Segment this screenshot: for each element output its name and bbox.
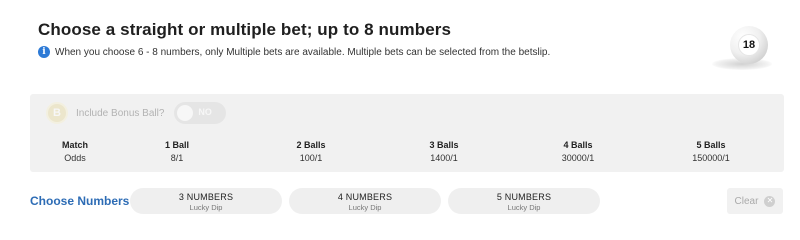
- odds-header: 1 Ball: [164, 140, 189, 150]
- header: Choose a straight or multiple bet; up to…: [38, 20, 718, 58]
- lucky-dip-4-button[interactable]: 4 NUMBERS Lucky Dip: [289, 188, 441, 214]
- lucky-dip-sub: Lucky Dip: [348, 203, 382, 212]
- page-title: Choose a straight or multiple bet; up to…: [38, 20, 452, 39]
- ball-icon: 18: [730, 26, 768, 64]
- toggle-knob: [177, 105, 194, 121]
- odds-col-4-balls: 4 Balls 30000/1: [533, 140, 623, 163]
- odds-col-2-balls: 2 Balls 100/1: [266, 140, 356, 163]
- odds-col-match: Match Odds: [30, 140, 120, 163]
- odds-value: 1400/1: [430, 153, 458, 163]
- odds-header: 2 Balls: [296, 140, 326, 150]
- odds-value: Odds: [64, 153, 86, 163]
- lucky-dip-3-button[interactable]: 3 NUMBERS Lucky Dip: [130, 188, 282, 214]
- lucky-dip-label: 5 NUMBERS: [496, 192, 552, 202]
- lucky-dip-sub: Lucky Dip: [507, 203, 541, 212]
- odds-header: Match: [61, 140, 88, 150]
- odds-value: 150000/1: [692, 153, 730, 163]
- info-row: i When you choose 6 - 8 numbers, only Mu…: [38, 46, 718, 58]
- odds-value: 100/1: [299, 153, 323, 163]
- odds-header: 3 Balls: [429, 140, 459, 150]
- toggle-text: NO: [198, 107, 212, 117]
- info-icon: i: [38, 46, 50, 58]
- ball-number: 18: [738, 34, 760, 56]
- odds-panel: B Include Bonus Ball? NO Match Odds 1 Ba…: [30, 94, 784, 172]
- odds-col-3-balls: 3 Balls 1400/1: [399, 140, 489, 163]
- lucky-dip-sub: Lucky Dip: [189, 203, 223, 212]
- lotto-ball: 18: [710, 22, 780, 72]
- odds-col-5-balls: 5 Balls 150000/1: [666, 140, 756, 163]
- clear-button[interactable]: Clear ✕: [727, 188, 783, 214]
- odds-col-1-ball: 1 Ball 8/1: [132, 140, 222, 163]
- bonus-ball-toggle[interactable]: NO: [174, 102, 227, 124]
- odds-value: 8/1: [170, 153, 184, 163]
- odds-value: 30000/1: [561, 153, 595, 163]
- bonus-ball-row: B Include Bonus Ball? NO: [46, 102, 227, 124]
- lucky-dip-label: 3 NUMBERS: [178, 192, 234, 202]
- odds-header: 5 Balls: [696, 140, 726, 150]
- lucky-dip-label: 4 NUMBERS: [337, 192, 393, 202]
- close-icon: ✕: [764, 195, 776, 207]
- lucky-dip-5-button[interactable]: 5 NUMBERS Lucky Dip: [448, 188, 600, 214]
- bonus-ball-icon: B: [46, 102, 68, 124]
- odds-header: 4 Balls: [563, 140, 593, 150]
- info-text: When you choose 6 - 8 numbers, only Mult…: [55, 46, 551, 58]
- choose-numbers-label: Choose Numbers: [30, 194, 130, 208]
- clear-label: Clear: [734, 195, 759, 207]
- bonus-ball-label: Include Bonus Ball?: [76, 107, 165, 119]
